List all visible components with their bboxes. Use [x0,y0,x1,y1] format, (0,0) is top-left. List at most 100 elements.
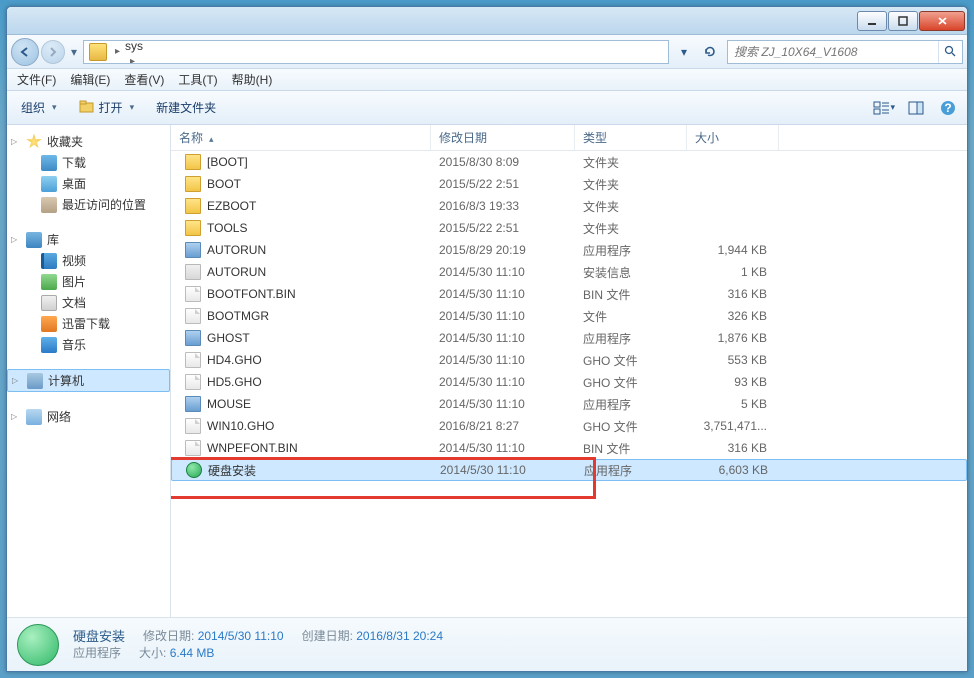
file-size: 553 KB [687,353,779,367]
file-size: 5 KB [687,397,779,411]
sidebar-favorites[interactable]: 收藏夹 [7,131,170,152]
sidebar-item-music[interactable]: 音乐 [7,334,170,355]
titlebar[interactable] [7,7,967,35]
open-button[interactable]: 打开 [73,96,141,119]
chevron-right-icon[interactable]: ▸ [110,46,125,57]
search-icon[interactable] [938,41,962,63]
new-folder-button[interactable]: 新建文件夹 [150,96,222,119]
search-box[interactable] [727,40,963,64]
file-date: 2014/5/30 11:10 [431,375,575,389]
details-pane: 硬盘安装修改日期: 2014/5/30 11:10创建日期: 2016/8/31… [7,617,967,671]
back-button[interactable] [11,38,39,66]
file-name: AUTORUN [207,265,266,279]
sidebar-item-pictures[interactable]: 图片 [7,271,170,292]
file-row[interactable]: WNPEFONT.BIN2014/5/30 11:10BIN 文件316 KB [171,437,967,459]
command-bar: 组织 打开 新建文件夹 ▾ ? [7,91,967,125]
menu-help[interactable]: 帮助(H) [226,69,279,90]
forward-button[interactable] [41,40,65,64]
file-row[interactable]: EZBOOT2016/8/3 19:33文件夹 [171,195,967,217]
close-button[interactable] [919,11,965,31]
desktop-icon [41,176,57,192]
address-bar[interactable]: ▸ 计算机▸Seagate Backup Plus Drive (E:)▸sys… [83,40,669,64]
file-row[interactable]: BOOT2015/5/22 2:51文件夹 [171,173,967,195]
sidebar-libraries[interactable]: 库 [7,229,170,250]
file-size: 1,876 KB [687,331,779,345]
file-row[interactable]: MOUSE2014/5/30 11:10应用程序5 KB [171,393,967,415]
sidebar-item-documents[interactable]: 文档 [7,292,170,313]
file-date: 2014/5/30 11:10 [431,287,575,301]
refresh-button[interactable] [699,41,721,63]
file-row[interactable]: BOOTFONT.BIN2014/5/30 11:10BIN 文件316 KB [171,283,967,305]
view-mode-button[interactable]: ▾ [873,97,895,119]
organize-button[interactable]: 组织 [15,96,63,119]
file-icon [185,352,201,368]
file-row[interactable]: HD5.GHO2014/5/30 11:10GHO 文件93 KB [171,371,967,393]
file-name: EZBOOT [207,199,256,213]
file-name: BOOTFONT.BIN [207,287,296,301]
file-row[interactable]: AUTORUN2015/8/29 20:19应用程序1,944 KB [171,239,967,261]
file-type: 应用程序 [575,396,687,413]
sidebar-computer[interactable]: 计算机 [7,369,170,392]
file-type: GHO 文件 [575,418,687,435]
breadcrumb-seg[interactable]: sys [125,40,294,54]
xunlei-icon [41,316,57,332]
file-icon [185,440,201,456]
details-modified: 2014/5/30 11:10 [198,629,284,643]
file-row[interactable]: GHOST2014/5/30 11:10应用程序1,876 KB [171,327,967,349]
file-name: GHOST [207,331,250,345]
history-dropdown[interactable]: ▾ [67,40,81,64]
file-date: 2014/5/30 11:10 [431,353,575,367]
help-icon[interactable]: ? [937,97,959,119]
maximize-button[interactable] [888,11,918,31]
file-row[interactable]: TOOLS2015/5/22 2:51文件夹 [171,217,967,239]
sidebar-item-downloads[interactable]: 下载 [7,152,170,173]
minimize-button[interactable] [857,11,887,31]
file-list[interactable]: [BOOT]2015/8/30 8:09文件夹BOOT2015/5/22 2:5… [171,151,967,617]
file-size: 316 KB [687,287,779,301]
video-icon [41,253,57,269]
search-input[interactable] [728,45,938,59]
file-name: WNPEFONT.BIN [207,441,298,455]
file-date: 2016/8/3 19:33 [431,199,575,213]
file-row[interactable]: WIN10.GHO2016/8/21 8:27GHO 文件3,751,471..… [171,415,967,437]
file-icon [185,286,201,302]
file-row[interactable]: [BOOT]2015/8/30 8:09文件夹 [171,151,967,173]
file-name: MOUSE [207,397,251,411]
menu-file[interactable]: 文件(F) [11,69,62,90]
file-date: 2014/5/30 11:10 [431,265,575,279]
col-date[interactable]: 修改日期 [431,125,575,150]
menu-tools[interactable]: 工具(T) [172,69,223,90]
preview-pane-button[interactable] [905,97,927,119]
go-dropdown[interactable]: ▾ [673,41,695,63]
file-row[interactable]: BOOTMGR2014/5/30 11:10文件326 KB [171,305,967,327]
file-row[interactable]: 硬盘安装2014/5/30 11:10应用程序6,603 KB [171,459,967,481]
sidebar-item-videos[interactable]: 视频 [7,250,170,271]
file-date: 2015/8/30 8:09 [431,155,575,169]
file-size: 326 KB [687,309,779,323]
sidebar-item-recent[interactable]: 最近访问的位置 [7,194,170,215]
col-type[interactable]: 类型 [575,125,687,150]
menu-edit[interactable]: 编辑(E) [64,69,116,90]
col-name[interactable]: 名称 [171,125,431,150]
col-size[interactable]: 大小 [687,125,779,150]
sidebar-item-desktop[interactable]: 桌面 [7,173,170,194]
details-created: 2016/8/31 20:24 [356,629,443,643]
file-size: 316 KB [687,441,779,455]
nav-bar: ▾ ▸ 计算机▸Seagate Backup Plus Drive (E:)▸s… [7,35,967,69]
sidebar-item-xunlei[interactable]: 迅雷下载 [7,313,170,334]
explorer-window: ▾ ▸ 计算机▸Seagate Backup Plus Drive (E:)▸s… [6,6,968,672]
menu-view[interactable]: 查看(V) [118,69,170,90]
file-size: 1 KB [687,265,779,279]
computer-icon [27,373,43,389]
chevron-right-icon[interactable]: ▸ [125,56,140,64]
file-type: 应用程序 [575,242,687,259]
file-size: 1,944 KB [687,243,779,257]
file-icon [185,242,201,258]
file-icon [185,374,201,390]
sidebar-network[interactable]: 网络 [7,406,170,427]
file-row[interactable]: HD4.GHO2014/5/30 11:10GHO 文件553 KB [171,349,967,371]
file-type: GHO 文件 [575,352,687,369]
file-row[interactable]: AUTORUN2014/5/30 11:10安装信息1 KB [171,261,967,283]
file-date: 2015/8/29 20:19 [431,243,575,257]
navigation-pane: 收藏夹 下载 桌面 最近访问的位置 库 视频 图片 文档 迅雷下载 音乐 计算机… [7,125,171,617]
